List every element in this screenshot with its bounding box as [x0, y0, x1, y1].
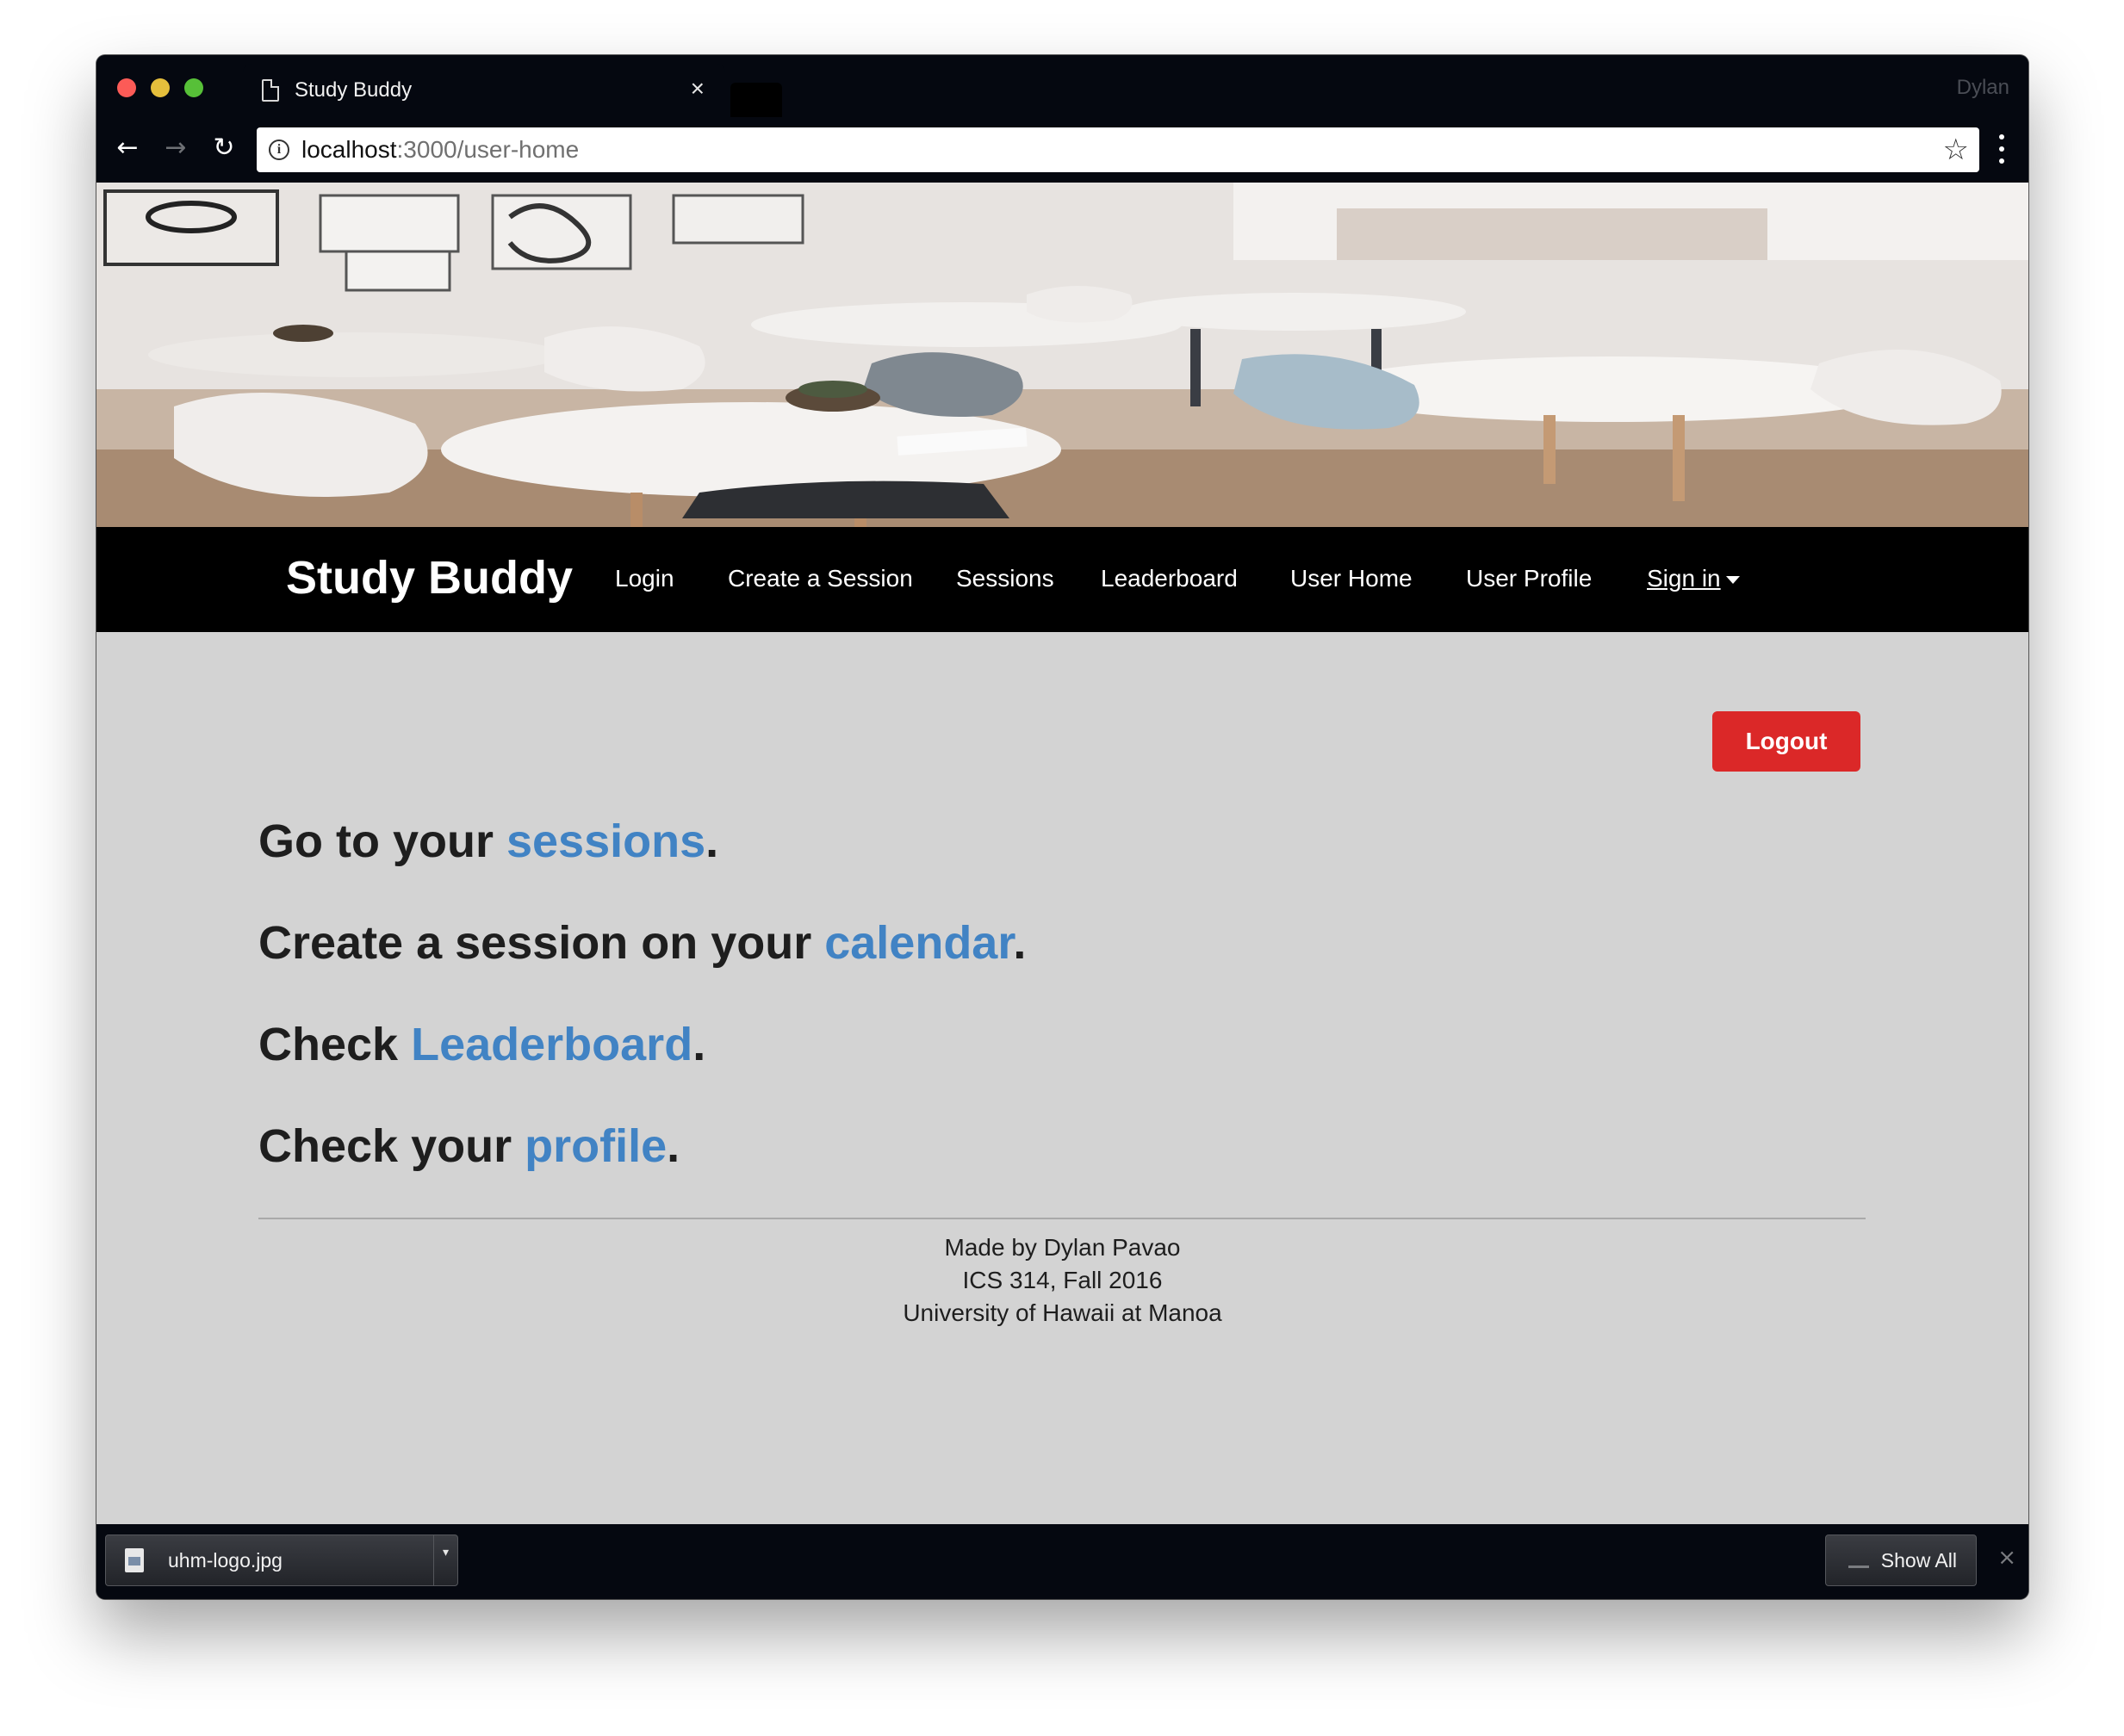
back-arrow-icon[interactable]: ←: [109, 129, 146, 167]
profile-link[interactable]: profile: [525, 1120, 667, 1172]
image-file-icon: [125, 1548, 144, 1572]
tab-study-buddy[interactable]: Study Buddy ×: [243, 64, 725, 117]
cta-sessions: Go to your sessions.: [258, 815, 719, 867]
site-navbar: Study Buddy Login Create a Session Sessi…: [96, 527, 2028, 632]
show-all-label: Show All: [1880, 1549, 1957, 1572]
tab-strip: Study Buddy × Dylan: [96, 55, 2028, 117]
logout-button[interactable]: Logout: [1712, 711, 1860, 772]
tab-title: Study Buddy: [295, 78, 413, 102]
download-icon: [1848, 1554, 1869, 1568]
address-bar[interactable]: i localhost :3000/user-home ☆: [257, 127, 1979, 172]
sessions-link[interactable]: sessions: [506, 815, 705, 867]
url-path: :3000/user-home: [396, 136, 580, 163]
minimize-window-button[interactable]: [151, 78, 170, 97]
brand-logo[interactable]: Study Buddy: [286, 549, 573, 606]
footer-course: ICS 314, Fall 2016: [962, 1267, 1163, 1293]
nav-sign-in-dropdown[interactable]: Sign in: [1647, 563, 1740, 594]
maximize-window-button[interactable]: [184, 78, 203, 97]
footer-university: University of Hawaii at Manoa: [903, 1299, 1222, 1326]
calendar-link[interactable]: calendar: [824, 917, 1013, 969]
bookmark-star-icon[interactable]: ☆: [1943, 133, 1969, 167]
browser-window: Study Buddy × Dylan ← → ↻ i localhost :3…: [96, 55, 2028, 1599]
hero-image: [96, 183, 2028, 527]
close-icon[interactable]: ×: [691, 76, 705, 102]
sign-in-label: Sign in: [1647, 565, 1721, 592]
reload-icon[interactable]: ↻: [205, 129, 243, 167]
leaderboard-link[interactable]: Leaderboard: [411, 1019, 692, 1070]
page-content: Study Buddy Login Create a Session Sessi…: [96, 183, 2028, 1524]
close-icon[interactable]: ×: [1997, 1545, 2016, 1571]
show-all-downloads-button[interactable]: Show All: [1825, 1534, 1977, 1586]
menu-icon[interactable]: [1997, 129, 2006, 169]
cta-profile: Check your profile.: [258, 1120, 680, 1172]
document-icon: [262, 79, 279, 102]
forward-arrow-icon[interactable]: →: [157, 129, 195, 167]
close-window-button[interactable]: [117, 78, 136, 97]
cta-calendar: Create a session on your calendar.: [258, 917, 1027, 969]
download-shelf: uhm-logo.jpg ▾ Show All ×: [96, 1524, 2028, 1599]
footer-divider: [258, 1218, 1866, 1219]
nav-sessions[interactable]: Sessions: [956, 563, 1054, 594]
nav-leaderboard[interactable]: Leaderboard: [1101, 563, 1238, 594]
url-host: localhost: [301, 136, 397, 163]
download-options-caret[interactable]: ▾: [433, 1535, 457, 1585]
nav-user-home[interactable]: User Home: [1290, 563, 1413, 594]
chevron-down-icon: [1725, 576, 1740, 585]
footer-author: Made by Dylan Pavao: [944, 1234, 1181, 1261]
info-icon[interactable]: i: [269, 140, 289, 160]
download-item[interactable]: uhm-logo.jpg ▾: [105, 1534, 458, 1586]
nav-create-session[interactable]: Create a Session: [728, 563, 913, 594]
new-tab-button[interactable]: [730, 83, 782, 117]
cta-leaderboard: Check Leaderboard.: [258, 1019, 706, 1070]
nav-login[interactable]: Login: [615, 563, 674, 594]
browser-toolbar: ← → ↻ i localhost :3000/user-home ☆: [96, 117, 2028, 183]
download-file-name: uhm-logo.jpg: [168, 1548, 283, 1572]
nav-user-profile[interactable]: User Profile: [1466, 563, 1592, 594]
profile-name[interactable]: Dylan: [1957, 76, 2009, 100]
